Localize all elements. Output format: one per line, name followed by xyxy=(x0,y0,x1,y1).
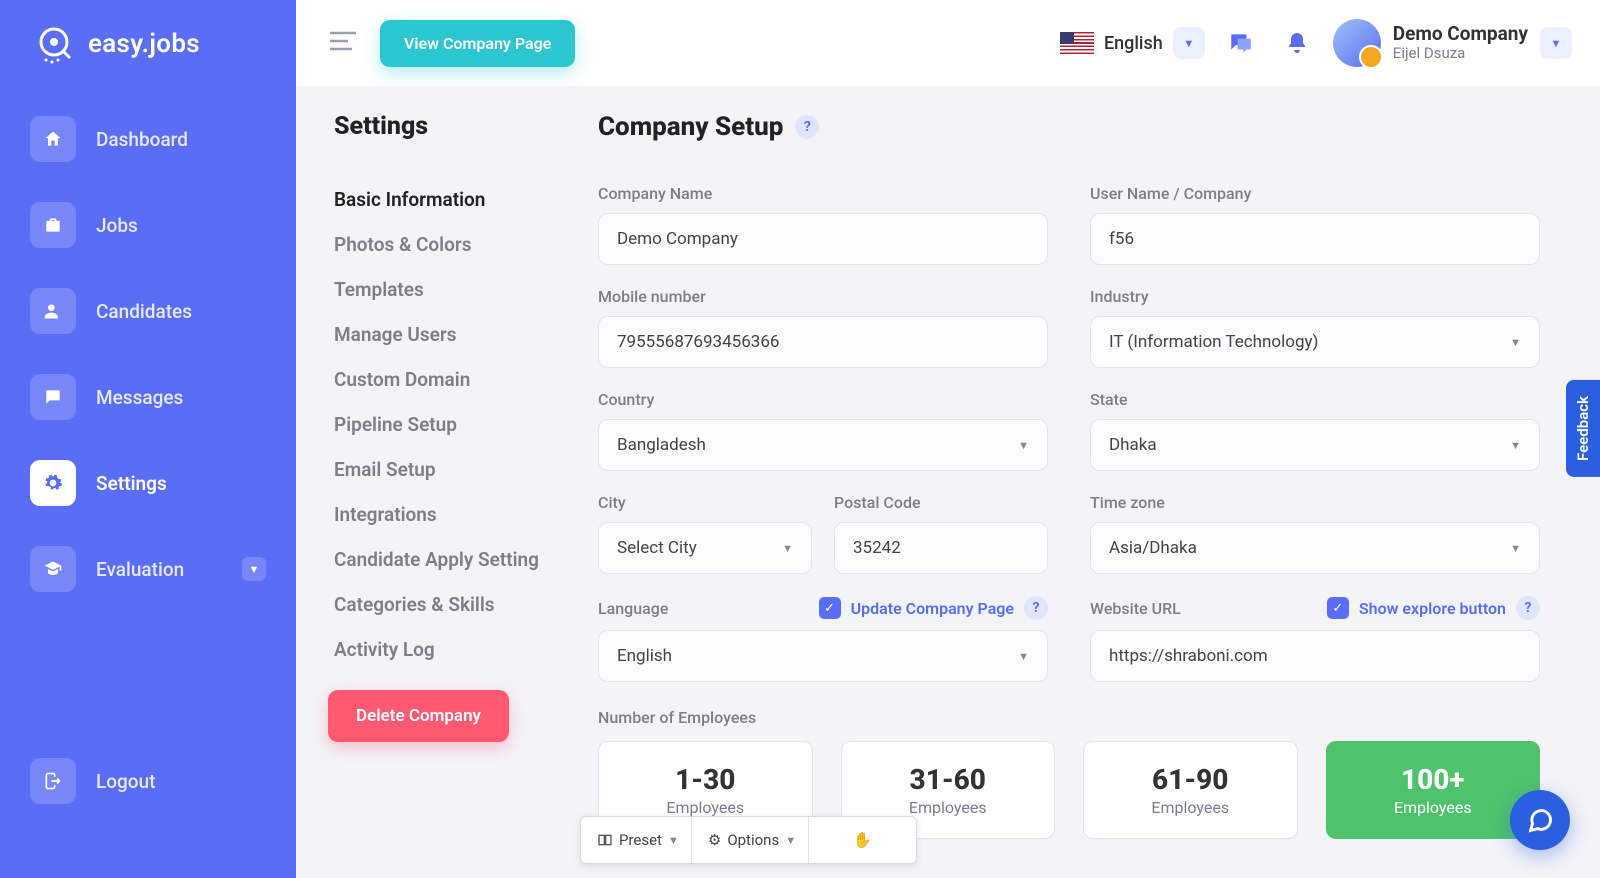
mobile-input[interactable]: 79555687693456366 xyxy=(598,316,1048,368)
settings-item-manage-users[interactable]: Manage Users xyxy=(328,312,588,357)
show-explore-checkbox[interactable]: ✓ xyxy=(1327,597,1349,619)
chevron-down-icon: ▼ xyxy=(242,557,266,581)
user-name-input[interactable]: f56 xyxy=(1090,213,1540,265)
settings-item-pipeline[interactable]: Pipeline Setup xyxy=(328,402,588,447)
nav-messages[interactable]: Messages xyxy=(20,360,276,434)
settings-item-basic-info[interactable]: Basic Information xyxy=(328,177,588,222)
chevron-down-icon[interactable]: ▼ xyxy=(1540,27,1572,59)
view-company-button[interactable]: View Company Page xyxy=(380,20,575,67)
company-setup-form: Company Setup ? Company Name Demo Compan… xyxy=(598,112,1590,878)
label-city: City xyxy=(598,493,812,512)
hand-tool[interactable]: ✋ xyxy=(813,817,912,863)
language-selector[interactable]: English ▼ xyxy=(1060,27,1205,59)
settings-sidebar: Settings Basic Information Photos & Colo… xyxy=(328,112,588,878)
chevron-down-icon: ▼ xyxy=(1018,650,1029,663)
user-name-label: Eijel Dsuza xyxy=(1393,44,1528,62)
employees-option-100plus[interactable]: 100+ Employees xyxy=(1326,741,1541,839)
chevron-down-icon: ▼ xyxy=(668,834,679,847)
company-name: Demo Company xyxy=(1393,24,1528,45)
settings-item-email[interactable]: Email Setup xyxy=(328,447,588,492)
logout-icon xyxy=(30,758,76,804)
menu-toggle-icon[interactable] xyxy=(324,25,362,61)
settings-item-categories[interactable]: Categories & Skills xyxy=(328,582,588,627)
label-industry: Industry xyxy=(1090,287,1540,306)
chevron-down-icon: ▼ xyxy=(1510,439,1521,452)
settings-item-custom-domain[interactable]: Custom Domain xyxy=(328,357,588,402)
chat-icon xyxy=(30,374,76,420)
label-state: State xyxy=(1090,390,1540,409)
nav-dashboard[interactable]: Dashboard xyxy=(20,102,276,176)
timezone-select[interactable]: Asia/Dhaka▼ xyxy=(1090,522,1540,574)
chevron-down-icon: ▼ xyxy=(782,542,793,555)
settings-item-templates[interactable]: Templates xyxy=(328,267,588,312)
avatar xyxy=(1333,19,1381,67)
help-icon[interactable]: ? xyxy=(1516,596,1540,620)
update-page-label[interactable]: Update Company Page xyxy=(851,599,1014,618)
logo-icon xyxy=(32,22,76,66)
floating-toolbar: Preset ▼ ⚙ Options ▼ ✋ xyxy=(580,816,917,864)
help-icon[interactable]: ? xyxy=(1024,596,1048,620)
hand-icon: ✋ xyxy=(853,831,872,849)
sidebar: easy.jobs Dashboard Jobs Candidates Mess… xyxy=(0,0,296,878)
country-select[interactable]: Bangladesh▼ xyxy=(598,419,1048,471)
brand-text: easy.jobs xyxy=(88,29,200,59)
flag-us-icon xyxy=(1060,32,1094,54)
settings-item-activity-log[interactable]: Activity Log xyxy=(328,627,588,672)
website-input[interactable]: https://shraboni.com xyxy=(1090,630,1540,682)
update-page-checkbox[interactable]: ✓ xyxy=(819,597,841,619)
label-country: Country xyxy=(598,390,1048,409)
delete-company-button[interactable]: Delete Company xyxy=(328,690,509,742)
nav-evaluation[interactable]: Evaluation ▼ xyxy=(20,532,276,606)
settings-item-candidate-apply[interactable]: Candidate Apply Setting xyxy=(328,537,588,582)
state-select[interactable]: Dhaka▼ xyxy=(1090,419,1540,471)
industry-select[interactable]: IT (Information Technology)▼ xyxy=(1090,316,1540,368)
nav-settings[interactable]: Settings xyxy=(20,446,276,520)
language-select[interactable]: English▼ xyxy=(598,630,1048,682)
user-menu[interactable]: Demo Company Eijel Dsuza ▼ xyxy=(1333,19,1572,67)
company-name-input[interactable]: Demo Company xyxy=(598,213,1048,265)
label-postal: Postal Code xyxy=(834,493,1048,512)
page-title: Company Setup xyxy=(598,112,783,142)
settings-item-photos[interactable]: Photos & Colors xyxy=(328,222,588,267)
chevron-down-icon: ▼ xyxy=(1510,336,1521,349)
nav-candidates[interactable]: Candidates xyxy=(20,274,276,348)
chat-fab[interactable] xyxy=(1510,790,1570,850)
gear-icon: ⚙ xyxy=(708,831,721,849)
label-language: Language xyxy=(598,599,668,618)
label-company-name: Company Name xyxy=(598,184,1048,203)
employees-option-61-90[interactable]: 61-90 Employees xyxy=(1083,741,1298,839)
cap-icon xyxy=(30,546,76,592)
nav-list: Dashboard Jobs Candidates Messages Setti… xyxy=(20,102,276,606)
gear-icon xyxy=(30,460,76,506)
topbar: View Company Page English ▼ Demo Company… xyxy=(296,0,1600,86)
notifications-icon[interactable] xyxy=(1277,23,1317,63)
label-user-name: User Name / Company xyxy=(1090,184,1540,203)
home-icon xyxy=(30,116,76,162)
help-icon[interactable]: ? xyxy=(795,115,819,139)
settings-heading: Settings xyxy=(328,112,588,141)
label-website: Website URL xyxy=(1090,599,1181,618)
city-select[interactable]: Select City▼ xyxy=(598,522,812,574)
brand-logo[interactable]: easy.jobs xyxy=(20,22,276,66)
logout-link[interactable]: Logout xyxy=(20,744,276,818)
chevron-down-icon[interactable]: ▼ xyxy=(1173,27,1205,59)
chevron-down-icon: ▼ xyxy=(1510,542,1521,555)
nav-jobs[interactable]: Jobs xyxy=(20,188,276,262)
options-dropdown[interactable]: ⚙ Options ▼ xyxy=(696,817,809,863)
show-explore-label[interactable]: Show explore button xyxy=(1359,599,1506,618)
label-mobile: Mobile number xyxy=(598,287,1048,306)
users-icon xyxy=(30,288,76,334)
briefcase-icon xyxy=(30,202,76,248)
chevron-down-icon: ▼ xyxy=(785,834,796,847)
label-timezone: Time zone xyxy=(1090,493,1540,512)
settings-item-integrations[interactable]: Integrations xyxy=(328,492,588,537)
messages-icon[interactable] xyxy=(1221,23,1261,63)
chevron-down-icon: ▼ xyxy=(1018,439,1029,452)
preset-dropdown[interactable]: Preset ▼ xyxy=(585,817,692,863)
label-employees: Number of Employees xyxy=(598,708,756,727)
postal-input[interactable]: 35242 xyxy=(834,522,1048,574)
feedback-tab[interactable]: Feedback xyxy=(1566,380,1600,477)
